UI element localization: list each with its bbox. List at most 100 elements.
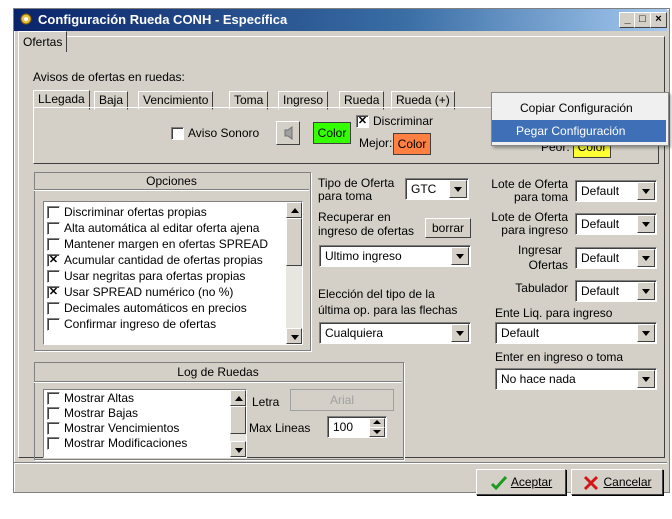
option-label: Usar SPREAD numérico (no %) [64,285,234,299]
speaker-button[interactable] [276,121,300,145]
maximize-button[interactable]: □ [634,12,651,28]
cancelar-button[interactable]: Cancelar [571,469,663,495]
opciones-list-item[interactable]: Alta automática al editar oferta ajena [47,220,283,236]
log-title: Log de Ruedas [177,365,259,379]
tipo-oferta-select[interactable]: GTC [405,178,469,200]
checkbox[interactable] [47,206,60,220]
log-list-item[interactable]: Mostrar Vencimientos [47,421,227,436]
footer-divider [14,462,667,463]
chevron-down-icon[interactable] [637,282,655,300]
log-list-item[interactable]: Mostrar Altas [47,391,227,406]
opciones-list-item[interactable]: ✕ Acumular cantidad de ofertas propias [47,252,283,268]
enter-label: Enter en ingreso o toma [495,350,624,364]
tipo-oferta-label: Tipo de Oferta para toma [318,176,395,203]
recuperar-label: Recuperar en ingreso de ofertas [318,210,415,238]
log-list-item[interactable]: Mostrar Bajas [47,406,227,421]
eleccion-label: Elección del tipo de la última op. para … [318,287,458,317]
menu-item-pegar[interactable]: Pegar Configuración [492,120,666,142]
checkbox[interactable]: ✕ [47,286,60,300]
checkbox[interactable] [47,302,60,316]
opciones-list-item[interactable]: Decimales automáticos en precios [47,300,283,316]
chevron-down-icon[interactable] [637,182,655,200]
discriminar-checkbox[interactable]: ✕ Discriminar [356,114,433,129]
window-title: Configuración Rueda CONH - Específica [38,12,288,27]
aviso-sonoro-box[interactable] [171,127,184,141]
enter-select[interactable]: No hace nada [495,368,657,390]
title-bar[interactable]: Configuración Rueda CONH - Específica _ … [14,9,667,31]
eleccion-select[interactable]: Cualquiera [319,322,471,344]
opciones-list-item[interactable]: Confirmar ingreso de ofertas [47,316,283,332]
opciones-list-item[interactable]: Usar negritas para ofertas propias [47,268,283,284]
checkbox[interactable] [47,392,60,406]
checkbox[interactable] [47,437,60,451]
checkbox[interactable] [47,222,60,236]
chevron-down-icon[interactable] [637,215,655,233]
option-label: Mantener margen en ofertas SPREAD [64,237,269,251]
checkbox[interactable] [47,238,60,252]
ente-label: Ente Liq. para ingreso [495,306,613,320]
discriminar-box[interactable]: ✕ [356,115,369,129]
max-lineas-spinner[interactable]: 100 [327,416,387,438]
lote-toma-select[interactable]: Default [575,180,657,202]
log-list-item[interactable]: Mostrar Modificaciones [47,436,227,451]
chevron-down-icon[interactable] [637,249,655,267]
scroll-up-button[interactable] [230,390,246,406]
log-option-label: Mostrar Altas [64,391,135,405]
chevron-down-icon[interactable] [451,324,469,342]
mejor-label: Mejor: [359,136,393,150]
lote-ingreso-label: Lote de Oferta para ingreso [491,210,568,237]
log-option-label: Mostrar Modificaciones [64,436,188,450]
borrar-button[interactable]: borrar [425,218,471,238]
opciones-list-item[interactable]: Mantener margen en ofertas SPREAD [47,236,283,252]
checkbox[interactable] [47,318,60,332]
tabulador-select[interactable]: Default [575,280,657,302]
log-list[interactable]: Mostrar Altas Mostrar Bajas Mostrar Vencim… [43,389,247,458]
option-label: Decimales automáticos en precios [64,301,247,315]
app-icon [19,12,33,26]
opciones-list-item[interactable]: Discriminar ofertas propias [47,204,283,220]
tabulador-label: Tabulador [515,281,568,295]
lote-toma-label: Lote de Oferta para toma [491,177,568,204]
option-label: Alta automática al editar oferta ajena [64,221,260,235]
chevron-down-icon[interactable] [449,180,467,198]
opciones-divider [34,189,309,190]
checkbox[interactable] [47,407,60,421]
scroll-thumb[interactable] [286,218,302,266]
color-button-mejor[interactable]: Color [393,133,431,155]
context-menu: Copiar Configuración Pegar Configuración [491,92,669,146]
log-scrollbar[interactable] [230,390,246,457]
avisos-tabstrip: LLegada Baja Vencimiento Toma Ingreso Ru… [33,88,503,110]
ente-select[interactable]: Default [495,322,657,344]
max-lineas-label: Max Lineas [249,421,311,435]
checkbox[interactable]: ✕ [47,254,60,268]
menu-item-copiar[interactable]: Copiar Configuración [492,97,666,119]
option-label: Discriminar ofertas propias [64,205,207,219]
recuperar-select[interactable]: Ultimo ingreso [319,245,471,267]
option-label: Confirmar ingreso de ofertas [64,317,217,331]
ingresar-select[interactable]: Default [575,247,657,269]
close-button[interactable]: × [650,12,667,28]
scroll-down-button[interactable] [286,328,302,344]
checkbox[interactable] [47,270,60,284]
lote-ingreso-select[interactable]: Default [575,213,657,235]
scroll-up-button[interactable] [286,202,302,218]
chevron-down-icon[interactable] [451,247,469,265]
opciones-list[interactable]: Discriminar ofertas propias Alta automáti… [43,201,303,345]
scroll-down-button[interactable] [230,441,246,457]
chevron-down-icon[interactable] [637,370,655,388]
log-option-label: Mostrar Bajas [64,406,139,420]
spin-down-button[interactable] [369,427,385,437]
check-icon [490,475,507,491]
checkbox[interactable] [47,422,60,436]
option-label: Acumular cantidad de ofertas propias [64,253,263,267]
scroll-thumb[interactable] [230,406,246,434]
aceptar-button[interactable]: Aceptar [476,469,566,495]
opciones-scrollbar[interactable] [286,202,302,344]
opciones-list-item[interactable]: ✕ Usar SPREAD numérico (no %) [47,284,283,300]
chevron-down-icon[interactable] [637,324,655,342]
option-label: Usar negritas para ofertas propias [64,269,246,283]
tab-ofertas[interactable]: Ofertas [18,31,68,52]
aviso-sonoro-checkbox[interactable]: Aviso Sonoro [171,126,259,141]
color-button-green[interactable]: Color [313,122,351,144]
letra-field[interactable]: Arial [290,389,394,411]
